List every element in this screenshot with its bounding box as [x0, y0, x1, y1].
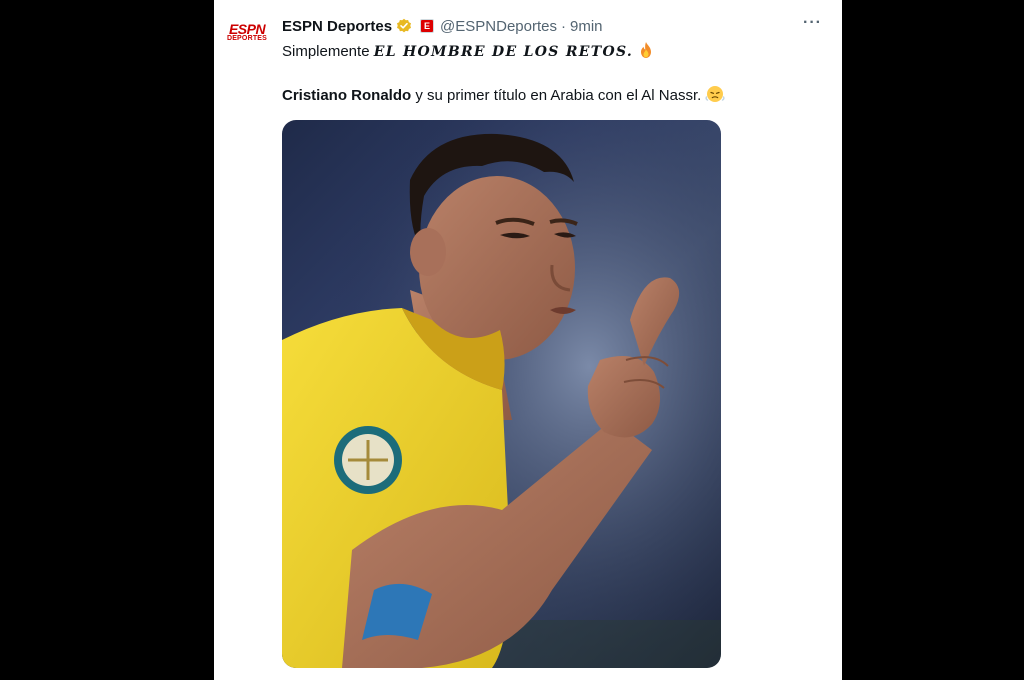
steam-face-icon — [705, 85, 725, 109]
timestamp[interactable]: 9min — [570, 18, 603, 35]
tweet-media-photo[interactable] — [282, 120, 721, 668]
tweet-card[interactable]: ESPN DEPORTES ESPN Deportes E @ESPNDepor… — [214, 0, 842, 680]
avatar[interactable]: ESPN DEPORTES — [226, 12, 268, 54]
more-options-icon[interactable]: ··· — [803, 14, 822, 32]
handle[interactable]: @ESPNDeportes — [440, 18, 557, 35]
text-styled-headline: EL HOMBRE DE LOS RETOS. — [373, 44, 634, 60]
affiliate-badge-icon[interactable]: E — [420, 19, 435, 33]
tweet-text-line-1: Simplemente EL HOMBRE DE LOS RETOS. — [282, 41, 818, 65]
avatar-logo-subtext: DEPORTES — [226, 35, 268, 42]
text-prefix: Simplemente — [282, 43, 370, 60]
tweet-header: ESPN Deportes E @ESPNDeportes · 9min ··· — [282, 14, 830, 38]
separator: · — [561, 17, 566, 35]
avatar-logo-text: ESPN — [228, 21, 266, 37]
player-photo-illustration — [282, 120, 721, 668]
verified-badge-icon[interactable] — [396, 18, 412, 34]
tweet-text-line-2: Cristiano Ronaldo y su primer título en … — [282, 85, 818, 109]
display-name[interactable]: ESPN Deportes — [282, 18, 392, 35]
text-rest: y su primer título en Arabia con el Al N… — [415, 87, 702, 104]
fire-icon — [637, 41, 655, 65]
text-player-name: Cristiano Ronaldo — [282, 87, 412, 104]
